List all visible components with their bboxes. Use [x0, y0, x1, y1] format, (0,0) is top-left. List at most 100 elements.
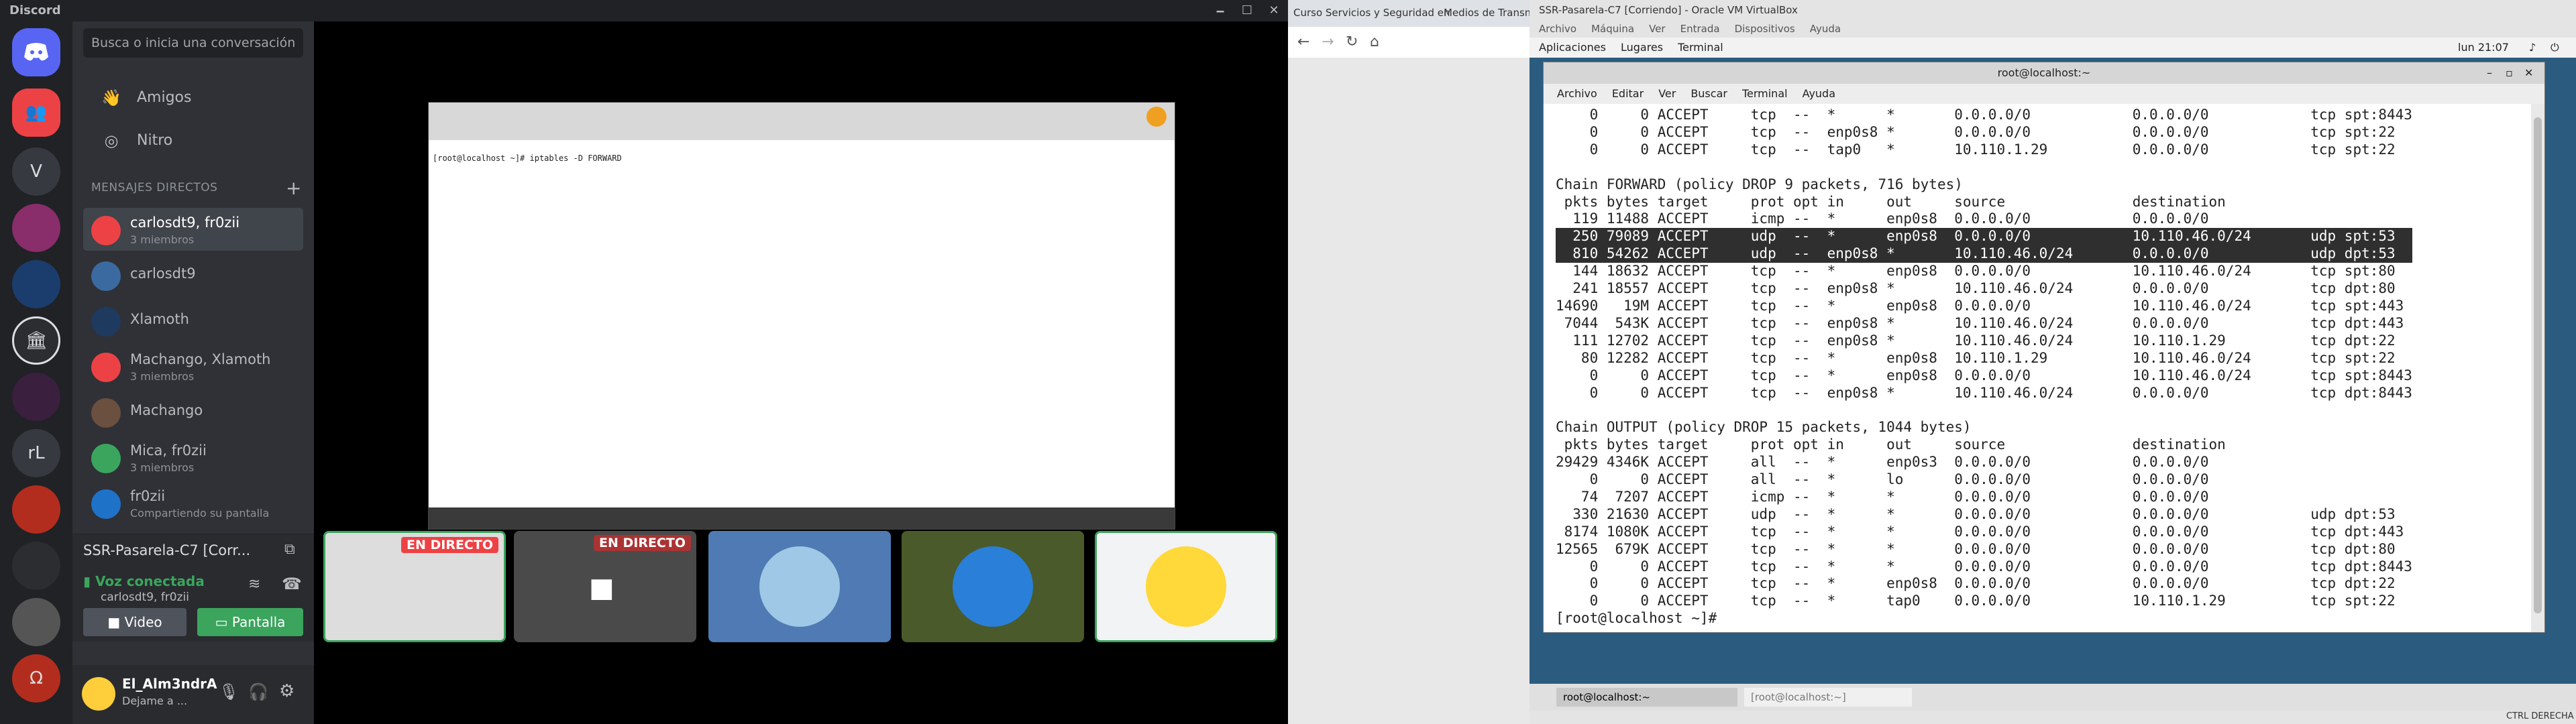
term-menu-buscar[interactable]: Buscar — [1690, 87, 1727, 100]
taskbar-item[interactable]: root@localhost:~ — [1556, 688, 1737, 707]
terminal-menubar: Archivo Editar Ver Buscar Terminal Ayuda — [1544, 84, 2544, 104]
nav-friends[interactable]: 👋 Amigos — [83, 79, 303, 117]
search-input[interactable]: Busca o inicia una conversación — [83, 28, 303, 58]
terminal-line: 810 54262 ACCEPT udp -- enp0s8 * 10.110.… — [1556, 245, 2412, 263]
scrollbar-thumb[interactable] — [2534, 117, 2542, 613]
dm-name: carlosdt9, fr0zii — [130, 215, 240, 231]
avatar — [91, 307, 121, 337]
dm-name: Machango — [130, 402, 203, 418]
power-icon[interactable]: ⏻ — [2551, 38, 2559, 58]
screen-share-button[interactable]: ▭ Pantalla — [197, 608, 303, 636]
nitro-icon: ◎ — [104, 131, 119, 150]
noise-suppression-icon[interactable]: ≋ — [248, 576, 260, 593]
maximize-icon[interactable]: ☐ — [1234, 1, 1260, 20]
minimize-icon[interactable]: – — [2487, 62, 2492, 84]
add-dm-icon[interactable]: + — [286, 177, 301, 199]
back-icon[interactable]: ← — [1297, 34, 1309, 50]
dm-name: fr0zii — [130, 488, 166, 504]
server-icon-1[interactable] — [12, 204, 60, 252]
gnome-places[interactable]: Lugares — [1621, 41, 1663, 54]
headphones-icon[interactable]: 🎧 — [248, 682, 268, 701]
participant-tile[interactable] — [1095, 531, 1277, 642]
dm-item[interactable]: carlosdt9, fr0zii 3 miembros — [83, 208, 303, 251]
term-menu-ver[interactable]: Ver — [1658, 87, 1676, 100]
camera-icon: ■ — [107, 614, 125, 630]
dm-header: MENSAJES DIRECTOS — [91, 181, 218, 194]
server-v[interactable]: V — [12, 147, 60, 196]
menu-maquina[interactable]: Máquina — [1591, 23, 1634, 35]
menu-dispositivos[interactable]: Dispositivos — [1735, 23, 1795, 35]
tab-1[interactable]: Curso Servicios y Seguridad en — [1293, 7, 1450, 19]
server-rl[interactable]: rL — [12, 429, 60, 477]
dm-group-icon[interactable]: 👥 — [12, 88, 60, 137]
terminal-line: 0 0 ACCEPT tcp -- * enp0s8 0.0.0.0/0 10.… — [1556, 367, 2412, 383]
call-channel[interactable]: SSR-Pasarela-C7 [Corr... — [83, 542, 250, 558]
home-discord-icon[interactable] — [12, 28, 60, 76]
mic-icon[interactable]: 🎙 — [219, 682, 239, 701]
disconnect-icon[interactable]: ☎ — [282, 575, 302, 593]
terminal-output[interactable]: 0 0 ACCEPT tcp -- * * 0.0.0.0/0 0.0.0.0/… — [1556, 107, 2412, 627]
home-icon[interactable]: ⌂ — [1370, 34, 1379, 50]
dm-item[interactable]: fr0zii Compartiendo su pantalla — [83, 481, 303, 524]
menu-ver[interactable]: Ver — [1649, 23, 1666, 35]
term-menu-ayuda[interactable]: Ayuda — [1803, 87, 1835, 100]
term-menu-archivo[interactable]: Archivo — [1557, 87, 1597, 100]
server-icon-5[interactable] — [12, 542, 60, 590]
server-icon-4[interactable] — [12, 485, 60, 534]
stream-tile[interactable]: EN DIRECTO — [323, 531, 506, 642]
avatar[interactable] — [82, 677, 115, 711]
vbox-menubar: Archivo Máquina Ver Entrada Dispositivos Ayud… — [1529, 20, 2576, 38]
taskbar-item[interactable]: [root@localhost:~] — [1744, 688, 1912, 707]
forward-icon[interactable]: → — [1322, 34, 1334, 50]
term-menu-terminal[interactable]: Terminal — [1742, 87, 1788, 100]
avatar — [953, 546, 1033, 627]
terminal-line: 74 7207 ACCEPT icmp -- * * 0.0.0.0/0 0.0… — [1556, 488, 2209, 505]
server-icon-2[interactable] — [12, 260, 60, 308]
maximize-icon[interactable]: ▫ — [2506, 62, 2513, 84]
shared-screen[interactable]: [root@localhost ~]# iptables -D FORWARD — [428, 102, 1175, 530]
server-omega[interactable]: Ω — [12, 654, 60, 703]
dm-sub: 3 miembros — [130, 233, 195, 246]
volume-icon[interactable]: ♪ — [2529, 38, 2536, 58]
gnome-applications[interactable]: Aplicaciones — [1539, 41, 1606, 54]
dm-item[interactable]: Machango, Xlamoth 3 miembros — [83, 345, 303, 387]
nav-nitro[interactable]: ◎ Nitro — [83, 122, 303, 160]
close-icon[interactable]: ✕ — [1261, 1, 1287, 20]
menu-ayuda[interactable]: Ayuda — [1810, 23, 1841, 35]
dm-item[interactable]: Mica, fr0zii 3 miembros — [83, 436, 303, 479]
close-icon[interactable]: ✕ — [2524, 62, 2533, 84]
vbox-title: SSR-Pasarela-C7 [Corriendo] - Oracle VM … — [1539, 4, 1798, 16]
popout-icon[interactable]: ⧉ — [284, 541, 295, 558]
gnome-terminal[interactable]: Terminal — [1678, 41, 1723, 54]
server-icon-6[interactable] — [12, 598, 60, 646]
tab-strip: Curso Servicios y Seguridad en Medios de… — [1288, 0, 1552, 27]
avatar — [759, 546, 840, 627]
menu-archivo[interactable]: Archivo — [1539, 23, 1576, 35]
dm-item[interactable]: Xlamoth — [83, 299, 303, 342]
terminal-line: 144 18632 ACCEPT tcp -- * enp0s8 0.0.0.0… — [1556, 263, 2396, 280]
discord-window: Discord 🗕 ☐ ✕ 👥 V 🏛 rL Ω Busca o inicia … — [0, 0, 1288, 724]
bank-icon[interactable]: 🏛 — [12, 316, 60, 365]
terminal-line: 7044 543K ACCEPT tcp -- enp0s8 * 10.110.… — [1556, 314, 2404, 331]
dm-item[interactable]: Machango — [83, 390, 303, 433]
menu-entrada[interactable]: Entrada — [1680, 23, 1720, 35]
dm-name: carlosdt9 — [130, 265, 196, 282]
terminal-line: 8174 1080K ACCEPT tcp -- * * 0.0.0.0/0 0… — [1556, 523, 2404, 540]
stream-tile[interactable]: EN DIRECTO ■ — [514, 531, 696, 642]
dm-item[interactable]: carlosdt9 — [83, 253, 303, 296]
shared-screen-taskbar — [429, 507, 1175, 529]
terminal-line: 0 0 ACCEPT tcp -- enp0s8 * 0.0.0.0/0 0.0… — [1556, 123, 2396, 140]
live-badge: EN DIRECTO — [400, 537, 498, 553]
participant-tile[interactable] — [902, 531, 1084, 642]
participant-tile[interactable] — [708, 531, 891, 642]
minimize-icon[interactable]: 🗕 — [1208, 1, 1233, 20]
terminal-scrollbar[interactable] — [2531, 104, 2544, 632]
voice-call-panel: SSR-Pasarela-C7 [Corr... ⧉ ▮ Voz conecta… — [72, 534, 314, 642]
term-menu-editar[interactable]: Editar — [1612, 87, 1644, 100]
avatar — [91, 353, 121, 382]
settings-gear-icon[interactable]: ⚙ — [279, 681, 294, 701]
reload-icon[interactable]: ↻ — [1346, 34, 1358, 50]
terminal-line: 241 18557 ACCEPT tcp -- enp0s8 * 10.110.… — [1556, 280, 2396, 297]
server-icon-3[interactable] — [12, 373, 60, 421]
video-button[interactable]: ■ Video — [83, 608, 186, 636]
